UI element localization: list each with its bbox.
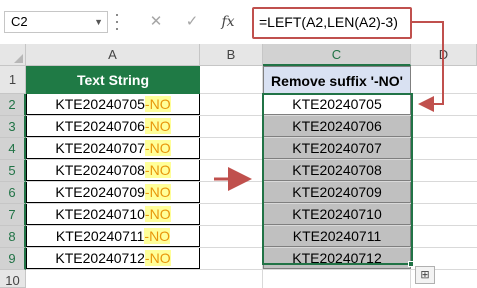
cell-text: KTE20240705	[55, 96, 145, 112]
cell-text: KTE20240707	[55, 140, 145, 156]
cell-c7[interactable]: KTE20240710	[263, 204, 411, 225]
cell-c5[interactable]: KTE20240708	[263, 160, 411, 181]
row-header-4[interactable]: 4	[0, 138, 26, 160]
suffix-highlight: -NO	[144, 184, 171, 200]
suffix-highlight: -NO	[144, 96, 171, 112]
cell-a9[interactable]: KTE20240712-NO	[26, 248, 200, 269]
cell-text: KTE20240712	[55, 250, 145, 266]
row-header-8[interactable]: 8	[0, 226, 26, 248]
insert-function-button[interactable]: fx	[216, 11, 240, 33]
cell-a7[interactable]: KTE20240710-NO	[26, 204, 200, 225]
select-all-button[interactable]	[0, 44, 26, 66]
remove-suffix-header[interactable]: Remove suffix '-NO'	[263, 66, 411, 94]
row-header-9[interactable]: 9	[0, 248, 26, 270]
row-header-10[interactable]: 10	[0, 270, 26, 288]
fill-handle[interactable]	[408, 261, 414, 267]
row-header-6[interactable]: 6	[0, 182, 26, 204]
cell-c4[interactable]: KTE20240707	[263, 138, 411, 159]
cell-a2[interactable]: KTE20240705-NO	[26, 94, 200, 115]
cell-text: KTE20240706	[55, 118, 145, 134]
row-header-5[interactable]: 5	[0, 160, 26, 182]
cell-c9[interactable]: KTE20240712	[263, 248, 411, 269]
suffix-highlight: -NO	[144, 140, 171, 156]
text-string-header[interactable]: Text String	[26, 66, 200, 94]
suffix-highlight: -NO	[144, 206, 171, 222]
formula-input[interactable]: =LEFT(A2,LEN(A2)-3)	[252, 11, 477, 33]
cell-a4[interactable]: KTE20240707-NO	[26, 138, 200, 159]
cell-c8[interactable]: KTE20240711	[263, 226, 411, 247]
quick-analysis-icon[interactable]: ⊞	[415, 266, 435, 284]
name-box[interactable]: C2 ▼	[4, 11, 108, 33]
cell-text: KTE20240709	[55, 184, 145, 200]
cell-a6[interactable]: KTE20240709-NO	[26, 182, 200, 203]
column-header-b[interactable]: B	[200, 44, 263, 66]
cancel-icon[interactable]: ✕	[144, 11, 168, 33]
cell-c3[interactable]: KTE20240706	[263, 116, 411, 137]
cell-a5[interactable]: KTE20240708-NO	[26, 160, 200, 181]
formula-bar: C2 ▼ ✕ ✓ fx =LEFT(A2,LEN(A2)-3)	[0, 0, 477, 44]
row-header-3[interactable]: 3	[0, 116, 26, 138]
suffix-highlight: -NO	[144, 118, 171, 134]
row-header-1[interactable]: 1	[0, 66, 26, 94]
column-header-c[interactable]: C	[263, 44, 411, 66]
chevron-down-icon[interactable]: ▼	[94, 12, 103, 32]
column-header-d[interactable]: D	[411, 44, 477, 66]
cell-text: KTE20240710	[55, 206, 145, 222]
suffix-highlight: -NO	[144, 228, 171, 244]
suffix-highlight: -NO	[144, 250, 171, 266]
suffix-highlight: -NO	[144, 162, 171, 178]
cell-text: KTE20240708	[55, 162, 145, 178]
name-box-value: C2	[11, 14, 28, 29]
cell-a8[interactable]: KTE20240711-NO	[26, 226, 200, 247]
enter-icon[interactable]: ✓	[180, 11, 204, 33]
drag-handle-icon[interactable]	[115, 14, 119, 30]
cell-text: KTE20240711	[55, 228, 145, 244]
cell-c2[interactable]: KTE20240705	[263, 94, 411, 115]
cell-c6[interactable]: KTE20240709	[263, 182, 411, 203]
column-header-a[interactable]: A	[26, 44, 200, 66]
cell-a3[interactable]: KTE20240706-NO	[26, 116, 200, 137]
row-header-7[interactable]: 7	[0, 204, 26, 226]
row-header-2[interactable]: 2	[0, 94, 26, 116]
